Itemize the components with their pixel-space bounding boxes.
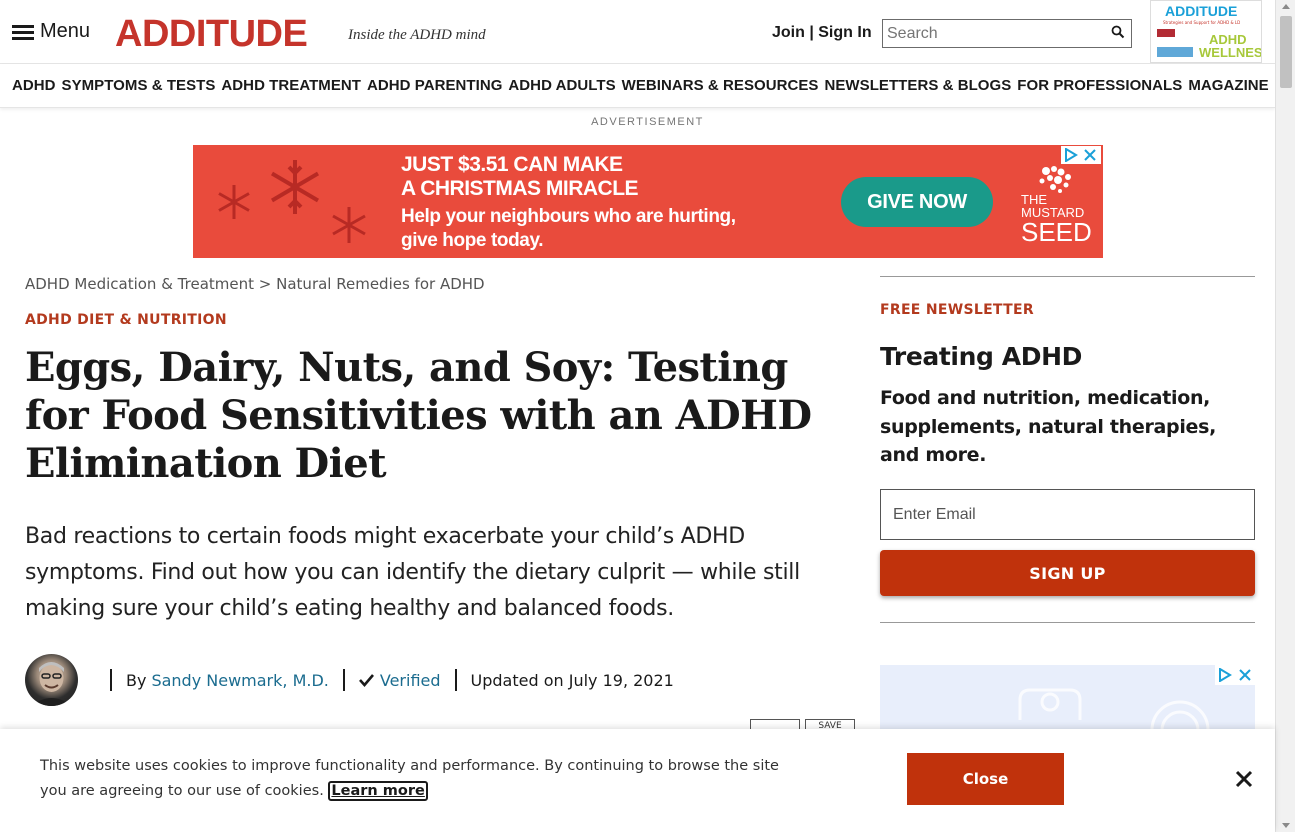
- author-avatar-image: [31, 662, 72, 706]
- breadcrumb-separator: >: [258, 275, 272, 293]
- sidebar-ad[interactable]: [880, 665, 1255, 735]
- ad-give-now-button[interactable]: GIVE NOW: [841, 177, 993, 227]
- ad-headline-line1: JUST $3.51 CAN MAKE: [401, 153, 623, 176]
- sidebar-divider: [880, 276, 1255, 277]
- search-input[interactable]: [883, 20, 1103, 47]
- author-link[interactable]: Sandy Newmark, M.D.: [151, 671, 328, 690]
- site-header: Menu ADDITUDE Inside the ADHD mind Join …: [0, 0, 1275, 64]
- ad-brand-line3: SEED: [1021, 217, 1092, 247]
- sidebar-ad-graphic: [1018, 688, 1210, 735]
- sign-up-button[interactable]: SIGN UP: [880, 550, 1255, 596]
- ad-banner[interactable]: JUST $3.51 CAN MAKE A CHRISTMAS MIRACLE …: [193, 145, 1103, 258]
- ad-choices-icon[interactable]: [1064, 148, 1078, 162]
- cookie-close-button[interactable]: Close: [907, 753, 1064, 805]
- byline-divider: [342, 669, 345, 691]
- nav-item-adhd-treatment[interactable]: ADHD TREATMENT: [221, 77, 361, 94]
- magazine-cover-subtitle: Strategies and Support for ADHD & LD: [1163, 20, 1241, 25]
- magazine-wellness-line2: WELLNESS: [1199, 45, 1262, 60]
- cookie-banner: This website uses cookies to improve fun…: [0, 729, 1275, 832]
- snowflake-icon: [332, 207, 366, 243]
- verified-link[interactable]: Verified: [380, 671, 441, 690]
- site-logo[interactable]: ADDITUDE: [115, 12, 308, 56]
- scroll-thumb[interactable]: [1280, 16, 1292, 88]
- ad-choices-icon[interactable]: [1218, 668, 1232, 682]
- article-subtitle: Bad reactions to certain foods might exa…: [25, 524, 800, 621]
- ad-headline-line2: A CHRISTMAS MIRACLE: [401, 177, 639, 200]
- nav-item-webinars-resources[interactable]: WEBINARS & RESOURCES: [622, 77, 819, 94]
- close-icon[interactable]: [1234, 769, 1254, 789]
- byline-divider: [454, 669, 457, 691]
- ad-headline: JUST $3.51 CAN MAKE A CHRISTMAS MIRACLE: [401, 153, 639, 201]
- scroll-up-arrow-icon[interactable]: [1282, 4, 1290, 9]
- newsletter-description: Food and nutrition, medication, suppleme…: [880, 387, 1217, 466]
- checkmark-icon: [358, 674, 374, 687]
- free-newsletter-label: FREE NEWSLETTER: [880, 302, 1034, 318]
- ad-brand-name: THE MUSTARD SEED: [1021, 193, 1092, 245]
- join-signin-link[interactable]: Join | Sign In: [772, 24, 872, 42]
- email-field[interactable]: [880, 489, 1255, 540]
- scroll-down-arrow-icon[interactable]: [1282, 823, 1290, 828]
- magazine-cover-graphic: [1157, 47, 1193, 57]
- nav-item-symptoms-tests[interactable]: SYMPTOMS & TESTS: [62, 77, 216, 94]
- menu-label: Menu: [40, 20, 91, 42]
- magazine-cover-title: ADDITUDE: [1165, 3, 1238, 19]
- magazine-cover-thumbnail[interactable]: ADDITUDE Strategies and Support for ADHD…: [1150, 0, 1262, 63]
- nav-item-adhd[interactable]: ADHD: [12, 77, 56, 94]
- updated-date: Updated on July 19, 2021: [470, 670, 674, 690]
- article-title: Eggs, Dairy, Nuts, and Soy: Testing for …: [25, 344, 812, 487]
- breadcrumb-link-natural-remedies[interactable]: Natural Remedies for ADHD: [276, 275, 484, 293]
- ad-choices-box[interactable]: [1215, 665, 1255, 685]
- snowflake-icon: [218, 185, 250, 219]
- byline-by: By: [126, 670, 147, 690]
- cookie-text-block: This website uses cookies to improve fun…: [40, 754, 780, 804]
- ad-close-icon[interactable]: [1084, 149, 1096, 161]
- ad-subtext-line1: Help your neighbours who are hurting,: [401, 206, 736, 227]
- site-tagline: Inside the ADHD mind: [348, 27, 486, 43]
- magazine-cover-wellness: ADHD WELLNESS: [1199, 33, 1262, 60]
- advertisement-label: ADVERTISEMENT: [591, 116, 704, 128]
- author-avatar[interactable]: [25, 654, 78, 706]
- snowflake-icon: [270, 160, 320, 214]
- search-box: [882, 19, 1132, 48]
- newsletter-title: Treating ADHD: [880, 342, 1082, 371]
- ad-choices-box[interactable]: [1061, 146, 1101, 164]
- article-category-link[interactable]: ADHD DIET & NUTRITION: [25, 312, 227, 328]
- ad-subtext: Help your neighbours who are hurting, gi…: [401, 205, 736, 253]
- breadcrumb: ADHD Medication & Treatment > Natural Re…: [25, 275, 485, 293]
- nav-item-magazine[interactable]: MAGAZINE: [1188, 77, 1268, 94]
- byline-divider: [110, 669, 112, 691]
- nav-item-adhd-adults[interactable]: ADHD ADULTS: [508, 77, 615, 94]
- learn-more-link[interactable]: Learn more: [328, 781, 428, 801]
- article-byline: By Sandy Newmark, M.D. Verified Updated …: [25, 654, 674, 706]
- menu-button[interactable]: Menu: [12, 20, 90, 43]
- ad-subtext-line2: give hope today.: [401, 230, 544, 251]
- hamburger-icon: [12, 24, 34, 40]
- nav-item-for-professionals[interactable]: FOR PROFESSIONALS: [1017, 77, 1182, 94]
- nav-item-newsletters-blogs[interactable]: NEWSLETTERS & BLOGS: [825, 77, 1012, 94]
- nav-item-adhd-parenting[interactable]: ADHD PARENTING: [367, 77, 502, 94]
- magazine-cover-graphic: [1157, 29, 1175, 37]
- sidebar-divider: [880, 622, 1255, 623]
- search-icon[interactable]: [1111, 25, 1125, 39]
- breadcrumb-link-medication-treatment[interactable]: ADHD Medication & Treatment: [25, 275, 254, 293]
- main-nav: ADHD SYMPTOMS & TESTS ADHD TREATMENT ADH…: [0, 64, 1275, 108]
- ad-close-icon[interactable]: [1239, 669, 1251, 681]
